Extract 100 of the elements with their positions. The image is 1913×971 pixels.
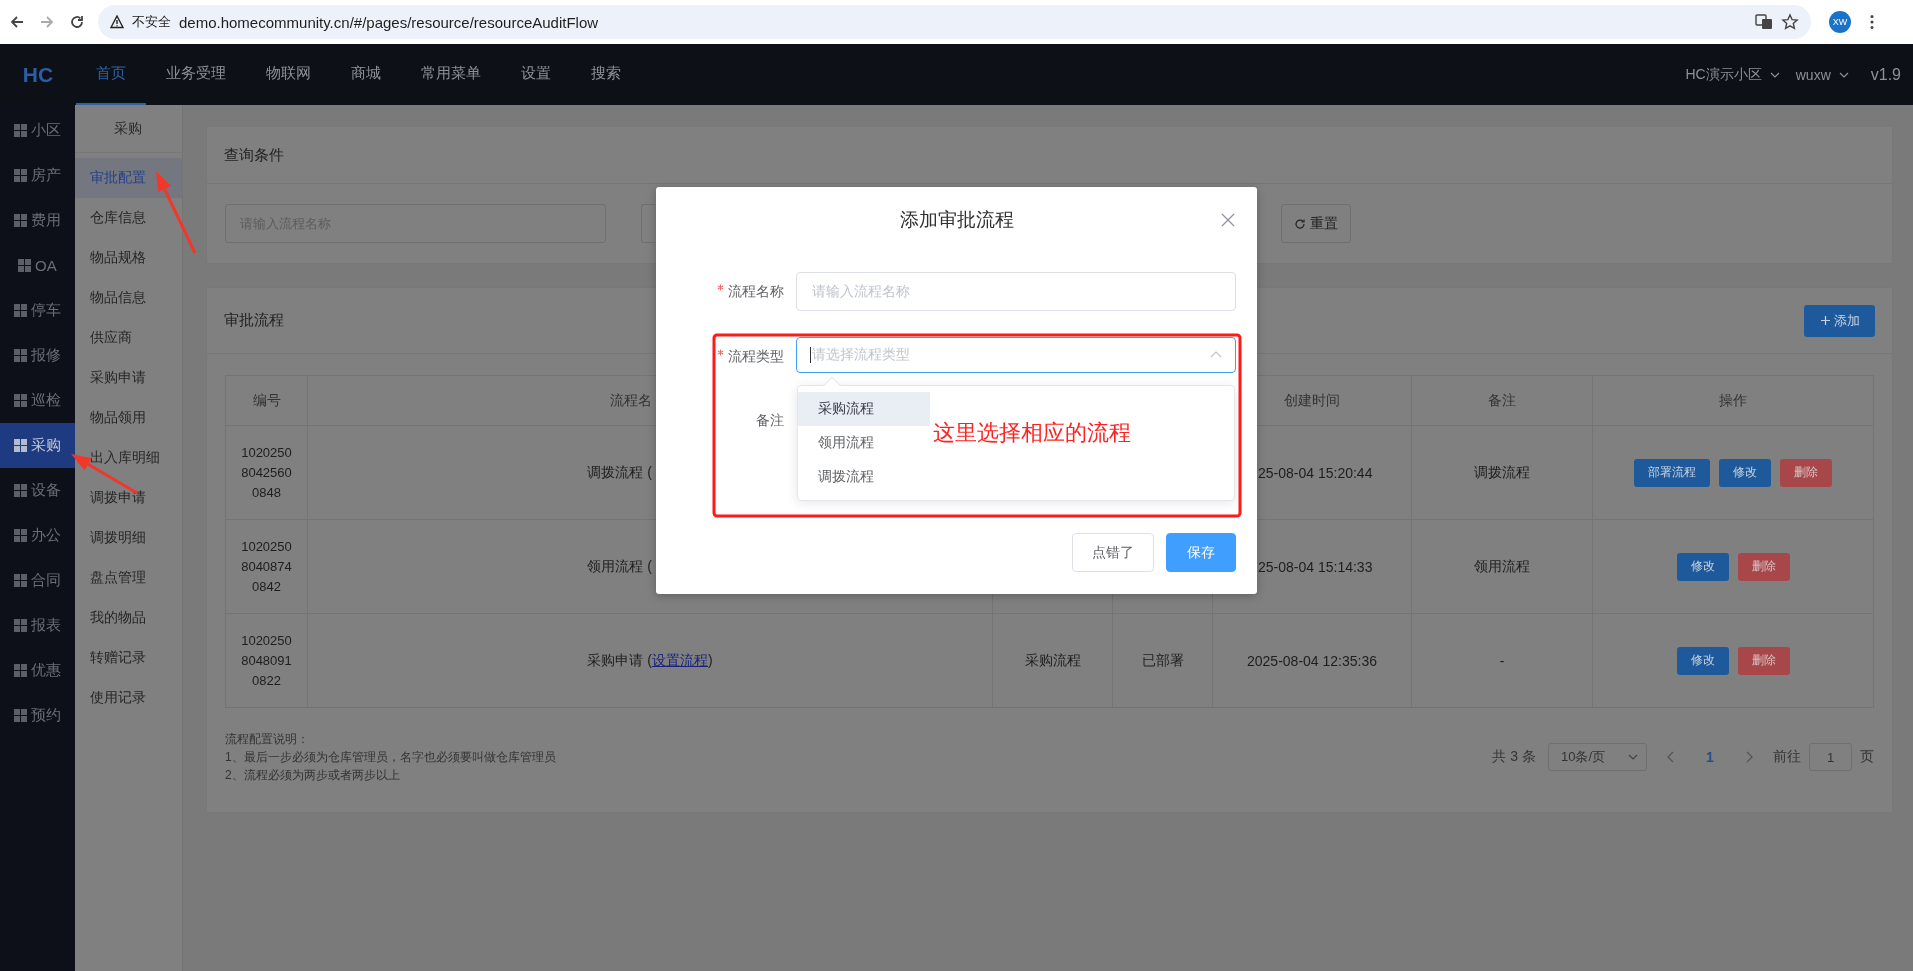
page-input[interactable]: 1 (1809, 743, 1852, 771)
table-cell: 采购申请 (设置流程) (587, 651, 713, 670)
delete-button[interactable]: 删除 (1737, 646, 1790, 675)
table-cell-text: 102025080425600848 (240, 443, 293, 502)
nav-tab[interactable]: 物联网 (246, 44, 331, 105)
dialog-title: 添加审批流程 (899, 208, 1014, 232)
sidebar-item[interactable]: 房产 (0, 153, 75, 198)
card-title: 审批流程 (224, 311, 284, 330)
submenu-item[interactable]: 物品规格 (74, 238, 182, 278)
nav-tab[interactable]: 常用菜单 (401, 44, 501, 105)
delete-button[interactable]: 删除 (1737, 552, 1790, 581)
grid-icon (13, 304, 27, 317)
grid-icon (13, 169, 27, 182)
reload-icon[interactable] (68, 13, 86, 31)
url-text: demo.homecommunity.cn/#/pages/resource/resourceAuditFlow (179, 13, 600, 31)
table-cell: 领用流程 ( (587, 557, 652, 576)
setup-link[interactable]: 设置流程 (651, 651, 708, 668)
submenu-item[interactable]: 仓库信息 (74, 198, 182, 238)
sidebar-item[interactable]: 小区 (0, 108, 75, 153)
submenu-item[interactable]: 采购申请 (74, 358, 182, 398)
save-button[interactable]: 保存 (1166, 533, 1236, 572)
profile-avatar[interactable]: XW (1829, 11, 1851, 33)
search-field[interactable] (641, 204, 655, 243)
submenu-item[interactable]: 调拨明细 (74, 518, 182, 558)
column-header: 流程名 (610, 391, 652, 410)
sidebar-item[interactable]: 巡检 (0, 378, 75, 423)
plus-icon (1819, 315, 1831, 326)
submenu-item[interactable]: 我的物品 (74, 598, 182, 638)
sidebar-item[interactable]: 费用 (0, 198, 75, 243)
community-selector[interactable]: HC演示小区 (1685, 65, 1762, 84)
column-header: 操作 (1719, 391, 1747, 410)
table-cell: 调拨流程 ( (587, 463, 652, 482)
add-button[interactable]: 添加 (1804, 304, 1875, 337)
grid-icon (13, 484, 27, 497)
action-button[interactable]: 修改 (1676, 552, 1729, 581)
sidebar-item[interactable]: 合同 (0, 558, 75, 603)
table-cell: 2025-08-04 12:35:36 (1247, 652, 1377, 669)
user-menu[interactable]: wuxw (1795, 66, 1831, 83)
submenu-item[interactable]: 物品信息 (74, 278, 182, 318)
sidebar-item[interactable]: 设备 (0, 468, 75, 513)
dropdown-option[interactable]: 调拨流程 (798, 460, 930, 494)
warning-icon (110, 15, 124, 29)
table-cell: 采购流程 (1024, 651, 1081, 670)
dropdown-option[interactable]: 领用流程 (798, 426, 930, 460)
submenu-item[interactable]: 使用记录 (74, 678, 182, 718)
table-cell: 25-08-04 15:14:33 (1258, 558, 1373, 575)
submenu-item[interactable]: 转赠记录 (74, 638, 182, 678)
goto-label: 前往 (1773, 748, 1801, 766)
logo[interactable]: HC (0, 44, 76, 105)
security-label[interactable]: 不安全 (132, 13, 171, 31)
page-number[interactable]: 1 (1695, 749, 1725, 765)
grid-icon (18, 259, 32, 272)
submenu-item[interactable]: 审批配置 (74, 158, 182, 198)
nav-tab[interactable]: 搜索 (571, 44, 641, 105)
table-cell: 已部署 (1141, 651, 1184, 670)
field-label: 备注 (756, 412, 784, 428)
table-cell-text: 102025080408740842 (240, 537, 293, 596)
nav-tab[interactable]: 业务受理 (146, 44, 246, 105)
field-label: 流程类型 (728, 348, 784, 364)
nav-tab[interactable]: 商城 (331, 44, 401, 105)
star-icon[interactable] (1781, 13, 1799, 31)
column-header: 备注 (1488, 391, 1516, 410)
page-size-select[interactable]: 10条/页 (1548, 743, 1647, 771)
action-button[interactable]: 部署流程 (1634, 458, 1710, 487)
nav-tab[interactable]: 设置 (501, 44, 571, 105)
cancel-button[interactable]: 点错了 (1072, 533, 1154, 572)
version-label: v1.9 (1870, 65, 1901, 84)
sidebar-item[interactable]: 采购 (0, 423, 75, 468)
grid-icon (13, 619, 27, 632)
refresh-icon (1294, 217, 1306, 230)
sidebar-item[interactable]: 报表 (0, 603, 75, 648)
chevron-down-icon (1628, 752, 1638, 762)
delete-button[interactable]: 删除 (1780, 458, 1832, 487)
action-button[interactable]: 修改 (1719, 458, 1771, 487)
submenu-item[interactable]: 供应商 (74, 318, 182, 358)
grid-icon (13, 439, 27, 452)
submenu-item[interactable]: 盘点管理 (74, 558, 182, 598)
grid-icon (13, 214, 27, 227)
page-unit: 页 (1860, 748, 1874, 766)
sidebar-item[interactable]: 报修 (0, 333, 75, 378)
dropdown-option[interactable]: 采购流程 (798, 392, 930, 426)
sidebar-item[interactable]: 优惠 (0, 648, 75, 693)
close-icon[interactable] (1221, 213, 1235, 227)
sidebar-item[interactable]: 停车 (0, 288, 75, 333)
sidebar-item[interactable]: OA (0, 243, 75, 288)
translate-icon[interactable] (1755, 13, 1773, 31)
submenu-title: 采购 (114, 119, 143, 138)
submenu-item[interactable]: 物品领用 (74, 398, 182, 438)
sidebar-item[interactable]: 预约 (0, 693, 75, 738)
sidebar-item[interactable]: 办公 (0, 513, 75, 558)
field-label: 流程名称 (728, 283, 784, 299)
grid-icon (13, 709, 27, 722)
submenu-item[interactable]: 调拨申请 (74, 478, 182, 518)
grid-icon (13, 574, 27, 587)
reset-button[interactable]: 重置 (1281, 204, 1351, 243)
address-bar[interactable]: 不安全 demo.homecommunity.cn/#/pages/resource/resourceAuditFlow (98, 5, 1811, 39)
grid-icon (13, 394, 27, 407)
grid-icon (13, 664, 27, 677)
submenu-item[interactable]: 出入库明细 (74, 438, 182, 478)
action-button[interactable]: 修改 (1676, 646, 1729, 675)
